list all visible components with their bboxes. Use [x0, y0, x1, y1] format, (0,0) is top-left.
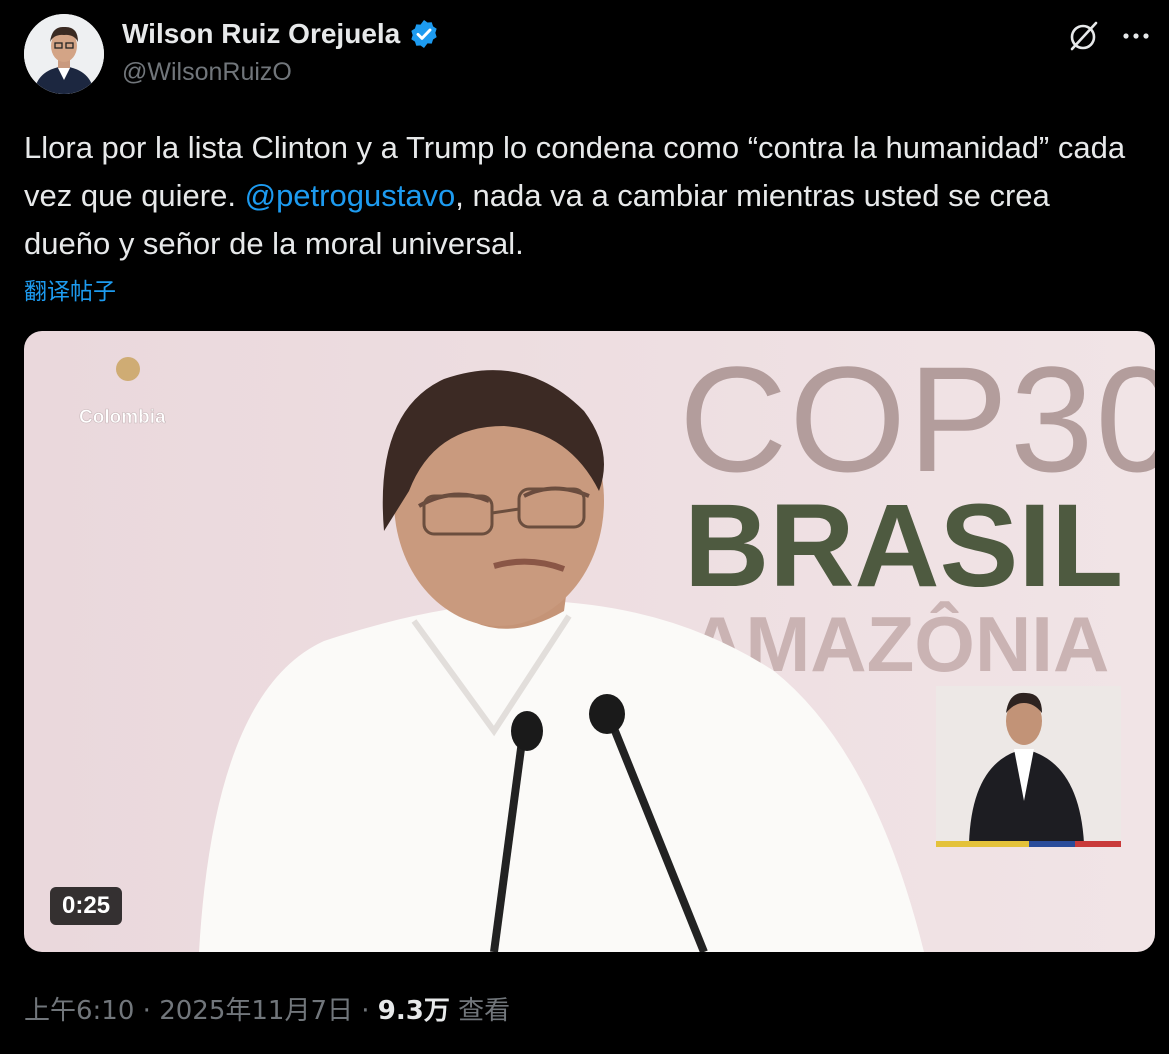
tweet-text: Llora por la lista Clinton y a Trump lo …: [24, 124, 1134, 268]
video-player[interactable]: COP30 BRASIL AMAZÔNIA Colombia 0:25: [24, 331, 1155, 952]
author-display-name[interactable]: Wilson Ruiz Orejuela: [122, 18, 400, 50]
grok-icon[interactable]: [1066, 18, 1102, 54]
post-date[interactable]: 2025年11月7日: [159, 996, 353, 1026]
author-avatar[interactable]: [24, 14, 104, 94]
meta-separator: ·: [361, 996, 370, 1026]
views-label: 查看: [458, 996, 511, 1026]
meta-separator: ·: [142, 996, 151, 1026]
views-count: 9.3万: [377, 996, 450, 1026]
colombia-logo-text: Colombia: [79, 407, 166, 428]
more-icon[interactable]: [1118, 18, 1154, 54]
mention-link[interactable]: @petrogustavo: [245, 178, 456, 213]
video-duration-badge: 0:25: [50, 887, 123, 925]
video-frame: COP30 BRASIL AMAZÔNIA Colombia: [24, 331, 1155, 952]
verified-badge-icon: [411, 20, 437, 48]
translate-post-link[interactable]: 翻译帖子: [24, 272, 116, 306]
author-handle[interactable]: @WilsonRuizO: [122, 58, 292, 87]
tweet-meta: 上午6:10 · 2025年11月7日 · 9.3万 查看: [24, 990, 510, 1027]
banner-line2: BRASIL: [684, 480, 1123, 612]
post-time[interactable]: 上午6:10: [24, 996, 134, 1026]
banner-line1: COP30: [679, 335, 1155, 503]
